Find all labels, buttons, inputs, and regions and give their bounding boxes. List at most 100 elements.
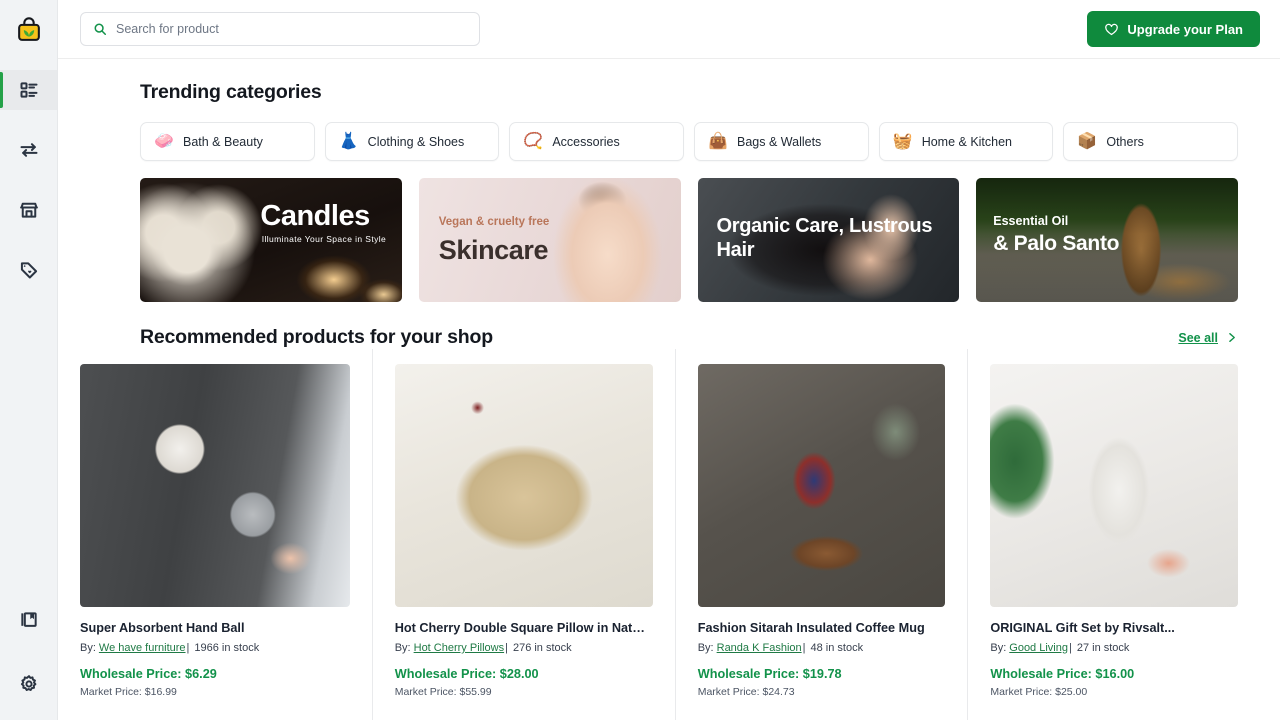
- product-market-price: Market Price: $24.73: [697, 686, 795, 698]
- product-market-price: Market Price: $25.00: [990, 686, 1088, 698]
- storefront-icon: [19, 200, 39, 220]
- product-vendor-link[interactable]: Randa K Fashion: [717, 642, 802, 654]
- category-label: Bags & Wallets: [737, 134, 822, 149]
- banner-title: Candles: [260, 200, 370, 232]
- product-stock: 27 in stock: [1076, 642, 1130, 654]
- product-market-price: Market Price: $16.99: [80, 686, 177, 698]
- sidebar-item-favorites[interactable]: [0, 250, 57, 290]
- by-label: By:: [990, 642, 1007, 654]
- sidebar-item-library[interactable]: [0, 598, 57, 642]
- app-root: Upgrade your Plan Trending categories 🧼 …: [0, 0, 1280, 720]
- chevron-right-icon: [1229, 333, 1235, 342]
- search-input[interactable]: [116, 22, 467, 36]
- category-card-accessories[interactable]: 📿 Accessories: [509, 122, 685, 161]
- product-vendor-link[interactable]: We have furniture: [99, 642, 186, 654]
- category-card-home-kitchen[interactable]: 🧺 Home & Kitchen: [878, 122, 1054, 161]
- bags-wallets-icon: 👜: [708, 132, 728, 150]
- product-wholesale-price: Wholesale Price: $19.78: [697, 667, 842, 681]
- meta-separator: |: [505, 642, 508, 654]
- by-label: By:: [394, 642, 411, 654]
- category-card-others[interactable]: 📦 Others: [1063, 122, 1239, 161]
- search-box[interactable]: [80, 12, 480, 46]
- promo-banner-skincare[interactable]: Vegan & cruelty free Skincare: [418, 178, 681, 302]
- recommended-title: Recommended products for your shop: [140, 326, 493, 348]
- sidebar-item-settings[interactable]: [0, 662, 57, 706]
- banner-subtitle: Illuminate Your Space in Style: [261, 234, 387, 244]
- product-card[interactable]: Super Absorbent Hand Ball By: We have fu…: [80, 364, 372, 698]
- category-label: Home & Kitchen: [921, 134, 1013, 149]
- product-image: [990, 364, 1238, 607]
- product-title: ORIGINAL Gift Set by Rivsalt...: [990, 621, 1175, 635]
- content-scroll: Trending categories 🧼 Bath & Beauty 👗 Cl…: [58, 59, 1280, 720]
- product-stock: 1966 in stock: [194, 642, 260, 654]
- main-area: Upgrade your Plan Trending categories 🧼 …: [58, 0, 1280, 720]
- banner-text-palo-santo: Essential Oil & Palo Santo: [976, 178, 1238, 302]
- clothing-shoes-icon: 👗: [338, 132, 359, 150]
- accessories-icon: 📿: [523, 132, 544, 150]
- category-label: Others: [1106, 134, 1144, 149]
- product-wholesale-price: Wholesale Price: $28.00: [394, 667, 539, 681]
- promo-banner-hair[interactable]: Organic Care, Lustrous Hair: [697, 178, 960, 302]
- product-meta: By: Good Living | 27 in stock: [990, 642, 1238, 654]
- product-stock: 48 in stock: [810, 642, 864, 654]
- product-image: [697, 364, 946, 607]
- by-label: By:: [80, 642, 96, 654]
- by-label: By:: [697, 642, 714, 654]
- meta-separator: |: [802, 642, 806, 654]
- upgrade-plan-button[interactable]: Upgrade your Plan: [1087, 11, 1260, 47]
- product-card[interactable]: Hot Cherry Double Square Pillow in Natur…: [371, 349, 675, 720]
- see-all-link[interactable]: See all: [1178, 331, 1260, 345]
- promo-banner-candles[interactable]: Candles Illuminate Your Space in Style: [140, 178, 402, 302]
- transfer-arrows-icon: [19, 140, 39, 160]
- app-logo[interactable]: [0, 0, 57, 59]
- sidebar-nav-bottom: [0, 598, 57, 720]
- product-stock: 276 in stock: [512, 642, 572, 654]
- product-title: Fashion Sitarah Insulated Coffee Mug: [697, 621, 925, 635]
- bath-beauty-icon: 🧼: [154, 132, 174, 150]
- product-market-price: Market Price: $55.99: [394, 686, 492, 698]
- product-vendor-link[interactable]: Good Living: [1009, 642, 1068, 654]
- category-card-clothing-shoes[interactable]: 👗 Clothing & Shoes: [324, 122, 500, 161]
- promo-banner-row: Candles Illuminate Your Space in Style V…: [140, 178, 1260, 302]
- see-all-label: See all: [1178, 330, 1218, 345]
- others-icon: 📦: [1077, 132, 1098, 150]
- upgrade-plan-label: Upgrade your Plan: [1127, 21, 1243, 37]
- promo-banner-palo-santo[interactable]: Essential Oil & Palo Santo: [976, 178, 1238, 302]
- category-card-bags-wallets[interactable]: 👜 Bags & Wallets: [694, 122, 869, 161]
- sidebar-item-dashboard[interactable]: [0, 70, 57, 110]
- sidebar: [0, 0, 58, 720]
- banner-text-candles: Candles Illuminate Your Space in Style: [140, 178, 402, 302]
- banner-text-skincare: Vegan & cruelty free Skincare: [419, 178, 681, 302]
- category-label: Accessories: [552, 134, 620, 149]
- product-meta: By: Hot Cherry Pillows | 276 in stock: [395, 642, 653, 654]
- product-image: [394, 364, 653, 607]
- category-label: Bath & Beauty: [183, 134, 263, 149]
- heart-icon: [1105, 23, 1119, 35]
- product-vendor-link[interactable]: Hot Cherry Pillows: [414, 642, 504, 654]
- product-title: Super Absorbent Hand Ball: [80, 621, 245, 635]
- banner-title: Organic Care, Lustrous Hair: [716, 215, 933, 262]
- meta-separator: |: [1068, 642, 1072, 654]
- banner-text-hair: Organic Care, Lustrous Hair: [698, 178, 960, 302]
- banner-title: & Palo Santo: [993, 232, 1120, 255]
- product-card[interactable]: ORIGINAL Gift Set by Rivsalt... By: Good…: [967, 349, 1260, 720]
- product-image: [80, 364, 350, 607]
- recommended-product-grid: Super Absorbent Hand Ball By: We have fu…: [80, 349, 1260, 720]
- sidebar-item-transfers[interactable]: [0, 130, 57, 170]
- product-meta: By: Randa K Fashion | 48 in stock: [698, 642, 946, 654]
- meta-separator: |: [186, 642, 190, 654]
- category-card-bath-beauty[interactable]: 🧼 Bath & Beauty: [140, 122, 315, 161]
- gear-icon: [19, 674, 39, 694]
- product-card[interactable]: Fashion Sitarah Insulated Coffee Mug By:…: [674, 349, 968, 720]
- dashboard-list-icon: [19, 80, 39, 100]
- product-meta: By: We have furniture | 1966 in stock: [80, 642, 350, 654]
- home-kitchen-icon: 🧺: [892, 132, 913, 150]
- trending-title: Trending categories: [140, 81, 322, 103]
- trending-category-row: 🧼 Bath & Beauty 👗 Clothing & Shoes 📿 Acc…: [140, 122, 1260, 161]
- top-bar: Upgrade your Plan: [58, 0, 1280, 59]
- sidebar-item-store[interactable]: [0, 190, 57, 230]
